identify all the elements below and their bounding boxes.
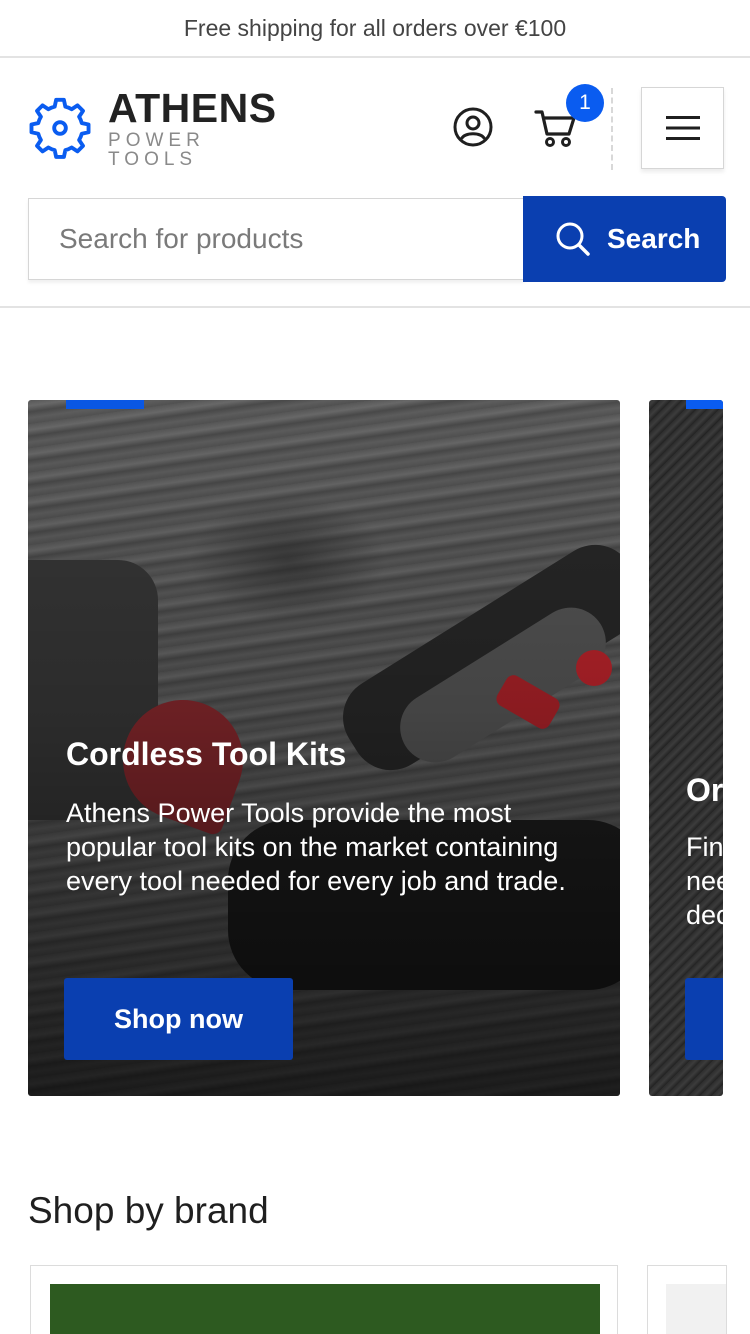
brand-logo-image xyxy=(666,1284,726,1334)
search-button-label: Search xyxy=(607,223,701,254)
shop-by-brand-heading: Shop by brand xyxy=(28,1190,269,1231)
slide-title: Cordless Tool Kits xyxy=(66,736,347,772)
announcement-text: Free shipping for all orders over €100 xyxy=(183,14,567,41)
menu-button[interactable] xyxy=(641,87,724,169)
announcement-bar: Free shipping for all orders over €100 xyxy=(0,0,750,58)
search-input[interactable]: Search for products xyxy=(28,198,525,280)
logo-name: ATHENS xyxy=(108,84,277,131)
brand-card[interactable] xyxy=(647,1265,727,1334)
header-divider xyxy=(611,88,613,170)
slide-accent-bar xyxy=(686,400,723,409)
gear-logo-icon xyxy=(29,97,91,159)
logo-tagline: POWER TOOLS xyxy=(108,129,205,170)
shop-now-button[interactable]: Shop now xyxy=(64,978,293,1060)
search-icon xyxy=(556,222,590,256)
account-button[interactable] xyxy=(452,106,494,148)
slide-title: Or xyxy=(686,772,723,808)
hamburger-menu-icon xyxy=(665,116,700,140)
brand-logo-image xyxy=(50,1284,600,1334)
slide-description: Athens Power Tools provide the most popu… xyxy=(66,798,566,896)
user-circle-icon xyxy=(453,107,493,147)
logo[interactable]: ATHENS POWER TOOLS xyxy=(28,87,298,169)
cart-count-badge: 1 xyxy=(566,84,604,122)
shop-now-label: Shop now xyxy=(114,1003,243,1034)
search-button[interactable]: Search xyxy=(523,196,726,282)
carousel-slide[interactable]: Cordless Tool Kits Athens Power Tools pr… xyxy=(28,400,620,1096)
hero-carousel[interactable]: Cordless Tool Kits Athens Power Tools pr… xyxy=(0,400,750,1096)
slide-description: Fin nee dec xyxy=(686,832,723,930)
carousel-slide[interactable]: Or Fin nee dec xyxy=(649,400,723,1096)
search-placeholder: Search for products xyxy=(59,223,304,254)
shop-now-button[interactable] xyxy=(685,978,723,1060)
site-header: ATHENS POWER TOOLS 1 Search for products xyxy=(0,58,750,308)
brand-card[interactable] xyxy=(30,1265,618,1334)
